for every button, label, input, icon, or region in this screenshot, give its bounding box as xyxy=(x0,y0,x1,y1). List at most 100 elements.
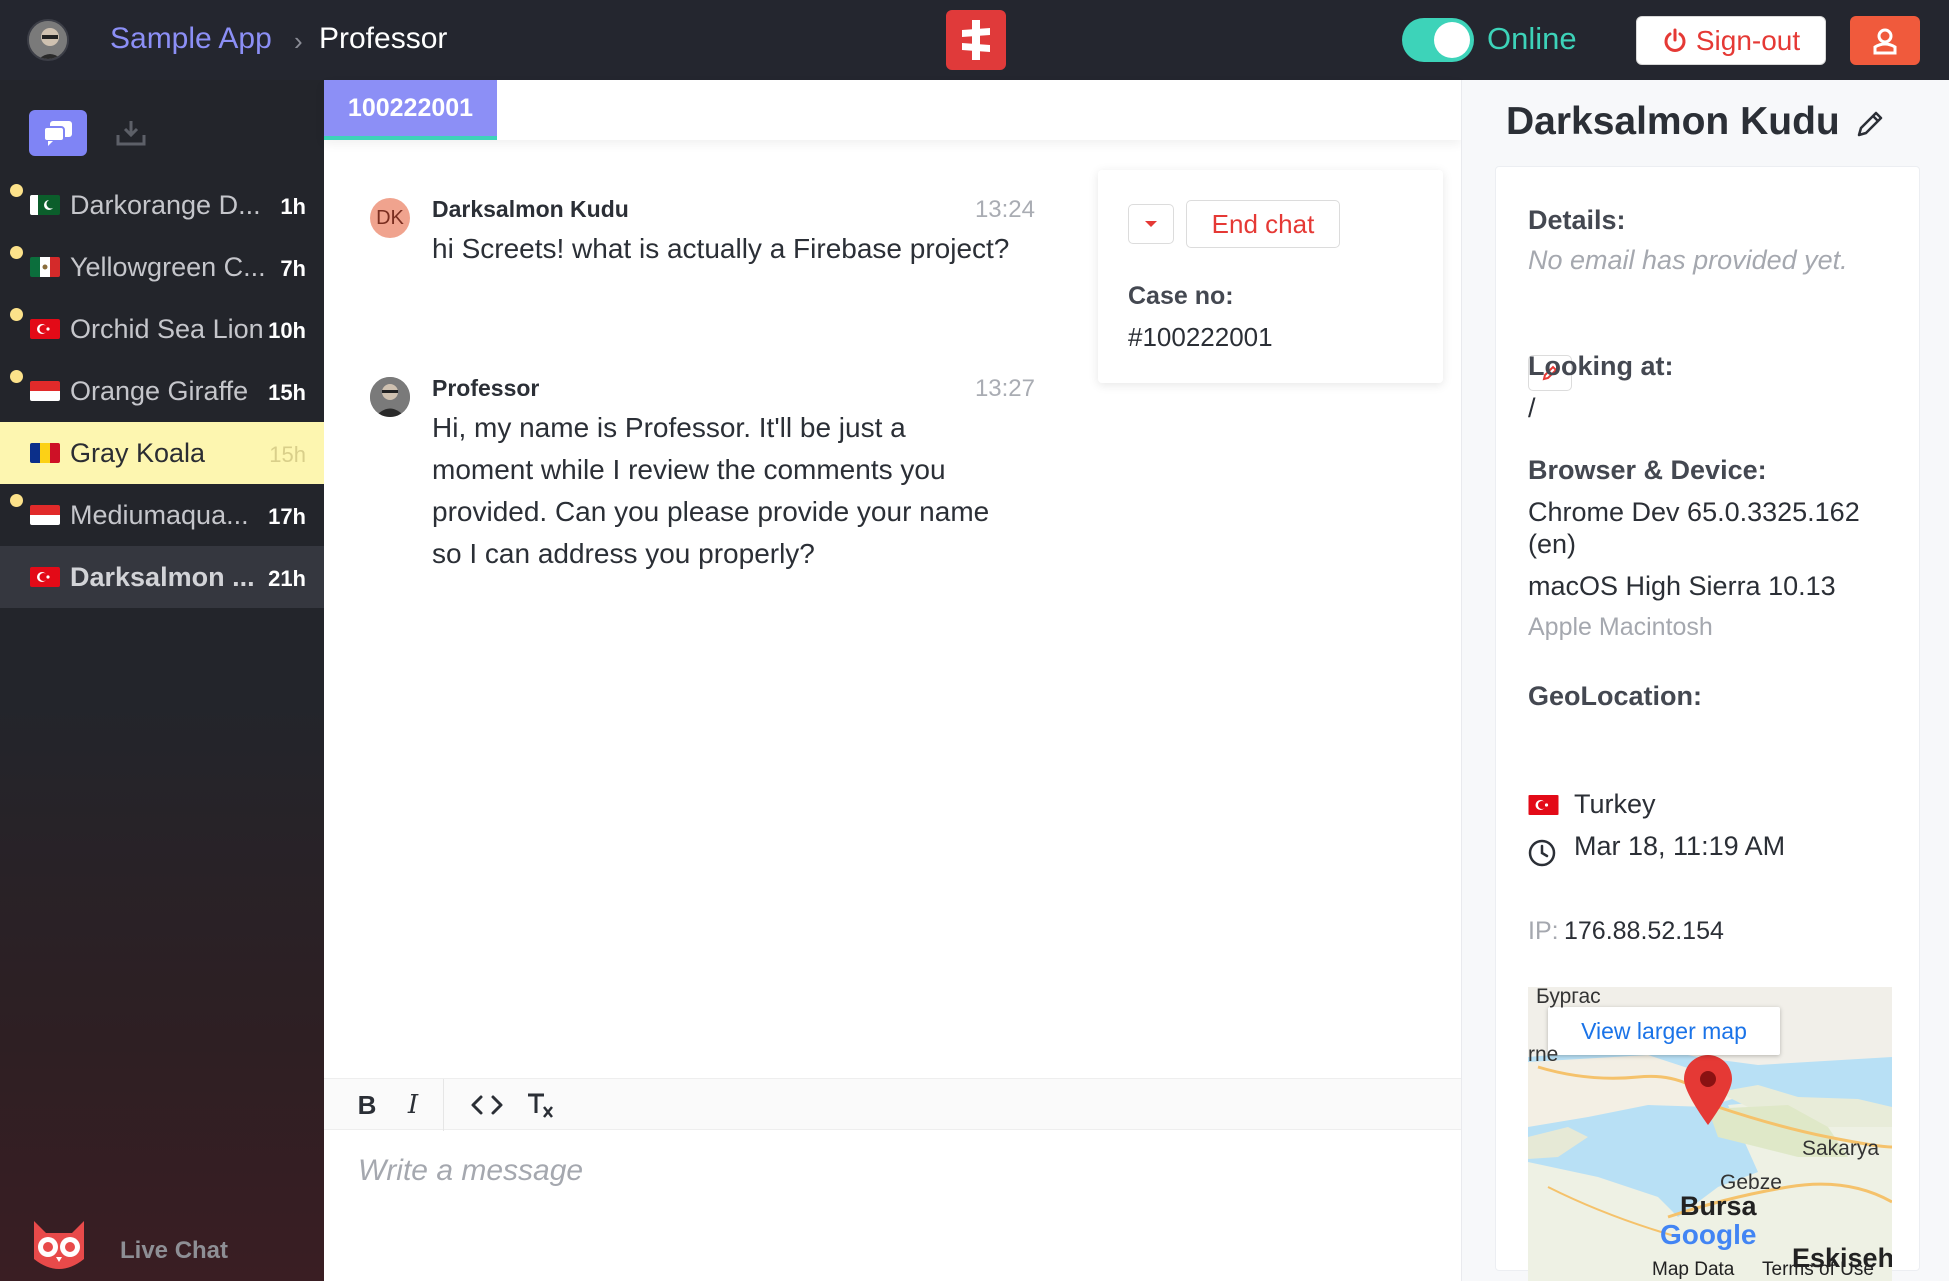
flag-mexico-icon xyxy=(30,257,60,277)
conversation-item[interactable]: Mediumaqua... 17h xyxy=(0,484,324,546)
top-bar: Sample App › Professor Online Sign-out xyxy=(0,0,1949,80)
map-pin-icon xyxy=(1684,1055,1732,1125)
tab-chats[interactable] xyxy=(29,110,87,156)
message-text: Hi, my name is Professor. It'll be just … xyxy=(432,412,990,569)
conversation-time: 15h xyxy=(268,380,306,405)
conversation-item[interactable]: Darkorange D... 1h xyxy=(0,174,324,236)
breadcrumb-separator: › xyxy=(294,26,303,56)
message-time: 13:27 xyxy=(974,375,1035,402)
end-chat-button[interactable]: End chat xyxy=(1186,200,1340,248)
conversation-item[interactable]: Yellowgreen C... 7h xyxy=(0,236,324,298)
chat-tab-bar: 100222001 xyxy=(324,80,1461,140)
conversation-item[interactable]: Gray Koala 15h xyxy=(0,422,324,484)
online-toggle[interactable] xyxy=(1402,18,1474,62)
local-time-value: Mar 18, 11:19 AM xyxy=(1574,831,1786,861)
tab-case-100222001[interactable]: 100222001 xyxy=(324,80,497,140)
conversation-sidebar: Darkorange D... 1h Yellowgreen C... 7h O… xyxy=(0,80,324,1281)
message-sender: Darksalmon Kudu xyxy=(432,196,629,222)
conversation-item[interactable]: Darksalmon ... 21h xyxy=(0,546,324,608)
case-number-label: Case no: xyxy=(1128,282,1234,310)
visitor-name: Darksalmon Kudu xyxy=(1506,100,1840,143)
breadcrumb-current-user: Professor xyxy=(319,22,448,55)
app-name-link[interactable]: Sample App xyxy=(110,22,272,56)
flag-pakistan-icon xyxy=(30,195,60,215)
conversation-time: 17h xyxy=(268,504,306,529)
conversation-name: Darksalmon ... xyxy=(70,562,255,592)
conversation-list: Darkorange D... 1h Yellowgreen C... 7h O… xyxy=(0,174,324,608)
flag-turkey-icon xyxy=(30,319,60,339)
italic-button[interactable]: I xyxy=(398,1089,428,1121)
details-label: Details: xyxy=(1528,205,1626,235)
geolocation-map[interactable]: View larger map Бургас rne Sakarya Gebze… xyxy=(1528,987,1892,1281)
google-logo: Google xyxy=(1660,1219,1757,1250)
brand-logo-icon[interactable] xyxy=(946,10,1006,70)
unread-dot xyxy=(10,184,23,197)
operator-avatar xyxy=(370,377,410,417)
sidebar-footer: Live Chat xyxy=(0,1219,324,1281)
conversation-time: 1h xyxy=(280,194,306,219)
code-icon xyxy=(471,1095,503,1115)
visitor-details-card: Details: No email has provided yet. Look… xyxy=(1495,166,1920,1281)
case-number-value: #100222001 xyxy=(1128,322,1273,352)
ip-label: IP: xyxy=(1528,917,1559,945)
browser-value: Chrome Dev 65.0.3325.162 xyxy=(1528,497,1860,527)
message-input[interactable]: Write a message xyxy=(358,1154,583,1188)
browser-device-label: Browser & Device: xyxy=(1528,455,1767,485)
bold-button[interactable]: B xyxy=(352,1089,382,1121)
map-data-link[interactable]: Map Data xyxy=(1652,1259,1734,1281)
view-larger-map-link[interactable]: View larger map xyxy=(1548,1007,1780,1055)
unread-dot xyxy=(10,370,23,383)
device-value: Apple Macintosh xyxy=(1528,613,1713,641)
unread-dot xyxy=(10,246,23,259)
message-sender: Professor xyxy=(432,375,540,401)
sign-out-label: Sign-out xyxy=(1695,24,1801,56)
chat-actions-dropdown[interactable] xyxy=(1128,204,1174,244)
flag-turkey-icon xyxy=(30,567,60,587)
visitor-avatar: DK xyxy=(370,198,410,238)
conversation-name: Yellowgreen C... xyxy=(70,252,266,282)
looking-at-value: / xyxy=(1528,393,1536,423)
map-label: Бургас xyxy=(1536,987,1601,1008)
geolocation-label: GeoLocation: xyxy=(1528,681,1702,711)
map-label: rne xyxy=(1528,1043,1559,1066)
conversation-name: Mediumaqua... xyxy=(70,500,249,530)
tab-archive[interactable] xyxy=(108,113,154,153)
terms-of-use-link[interactable]: Terms of Use xyxy=(1762,1259,1874,1281)
case-card: End chat Case no: #100222001 xyxy=(1098,170,1443,383)
unread-dot xyxy=(10,308,23,321)
conversation-item[interactable]: Orchid Sea Lion 10h xyxy=(0,298,324,360)
looking-at-label: Looking at: xyxy=(1528,351,1674,381)
visitor-info-panel: Darksalmon Kudu Details: No email has pr… xyxy=(1461,80,1949,1281)
formatting-toolbar: B I xyxy=(324,1078,1461,1131)
chat-bubbles-icon xyxy=(43,121,72,146)
conversation-time: 10h xyxy=(268,318,306,343)
details-value: No email has provided yet. xyxy=(1528,245,1848,275)
clear-format-icon xyxy=(528,1093,553,1118)
caret-down-icon xyxy=(1145,221,1157,227)
map-label: Sakarya xyxy=(1802,1137,1880,1160)
flag-turkey-icon xyxy=(1528,795,1559,815)
unread-dot xyxy=(10,494,23,507)
profile-button[interactable] xyxy=(1850,16,1920,65)
ip-value: 176.88.52.154 xyxy=(1564,917,1724,945)
code-button[interactable] xyxy=(465,1089,509,1121)
clock-icon xyxy=(1526,837,1558,869)
download-icon xyxy=(116,121,146,146)
conversation-item[interactable]: Orange Giraffe 15h xyxy=(0,360,324,422)
user-icon xyxy=(1873,28,1897,54)
online-status-label: Online xyxy=(1487,21,1577,56)
conversation-time: 21h xyxy=(268,566,306,591)
operator-avatar[interactable] xyxy=(27,19,69,61)
conversation-time: 7h xyxy=(280,256,306,281)
edit-name-pencil-icon[interactable] xyxy=(1854,108,1886,140)
power-icon xyxy=(1664,28,1686,52)
message-text: hi Screets! what is actually a Firebase … xyxy=(432,233,1010,264)
flag-romania-icon xyxy=(30,443,60,463)
flag-indonesia-icon xyxy=(30,505,60,525)
owl-logo-icon xyxy=(28,1213,90,1275)
clear-format-button[interactable] xyxy=(522,1089,558,1121)
conversation-name: Orchid Sea Lion xyxy=(70,314,264,344)
live-chat-label: Live Chat xyxy=(120,1237,229,1264)
sign-out-button[interactable]: Sign-out xyxy=(1636,16,1826,65)
conversation-time: 15h xyxy=(269,442,306,467)
